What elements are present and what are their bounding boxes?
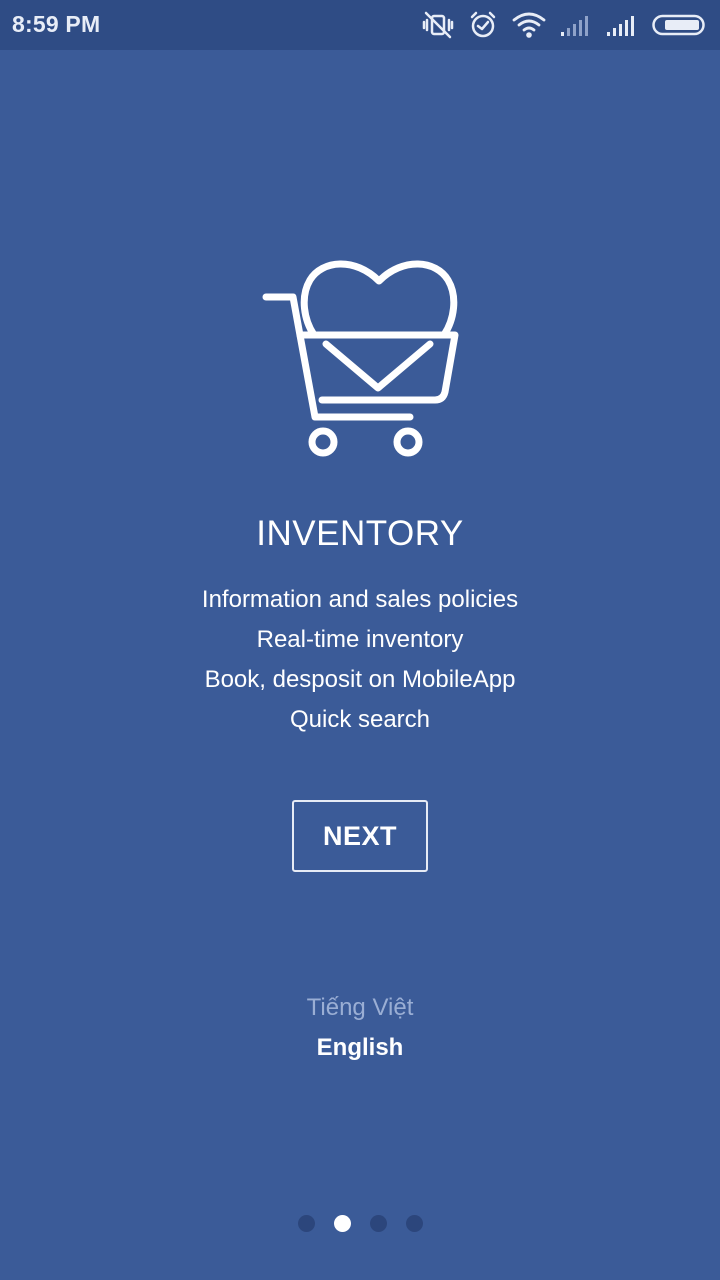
signal-full-icon [606, 13, 638, 37]
language-option-english[interactable]: English [0, 1034, 720, 1062]
wifi-icon [512, 11, 546, 39]
feature-item: Quick search [289, 706, 431, 733]
shopping-cart-heart-icon [262, 260, 459, 457]
status-time: 8:59 PM [12, 11, 101, 37]
vibrate-off-icon [422, 11, 454, 39]
page-dot[interactable] [297, 1215, 315, 1232]
feature-item: Real-time inventory [256, 626, 464, 653]
language-option-vietnamese[interactable]: Tiếng Việt [0, 994, 720, 1022]
signal-weak-icon [560, 13, 592, 37]
page-dot[interactable] [405, 1215, 423, 1232]
page-dot-active[interactable] [333, 1215, 351, 1232]
status-icons [422, 10, 708, 40]
page-title: INVENTORY [256, 514, 464, 553]
feature-item: Book, desposit on MobileApp [204, 666, 516, 693]
feature-list: Information and sales policies Real-time… [0, 580, 720, 740]
page-dot[interactable] [369, 1215, 387, 1232]
alarm-icon [468, 11, 498, 39]
feature-item: Information and sales policies [201, 586, 519, 613]
battery-icon [652, 13, 708, 37]
page-indicator [0, 1215, 720, 1233]
status-bar: 8:59 PM [0, 0, 720, 50]
next-button[interactable]: NEXT [292, 800, 428, 872]
